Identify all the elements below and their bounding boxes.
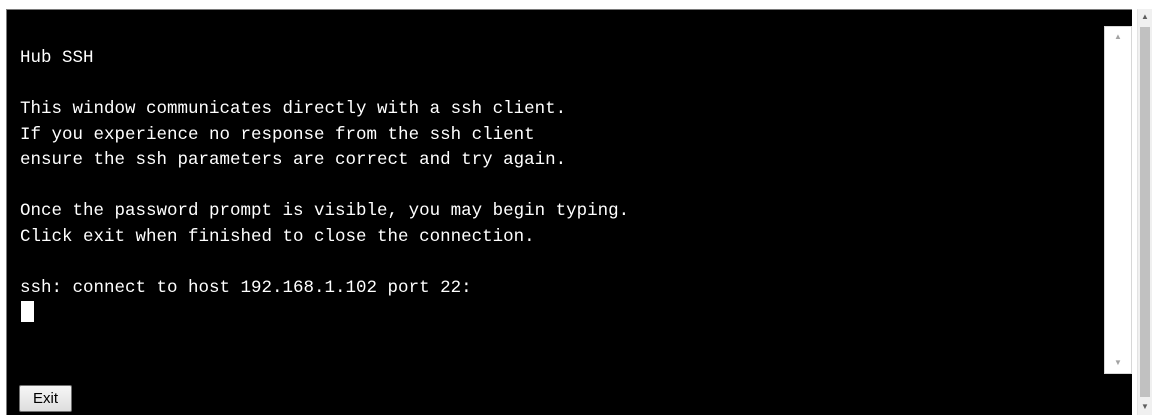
terminal-line: If you experience no response from the s…	[20, 124, 535, 145]
terminal-output: Hub SSH This window communicates directl…	[20, 46, 1100, 301]
terminal-line: ensure the ssh parameters are correct an…	[20, 150, 567, 170]
terminal-line: ssh: connect to host 192.168.1.102 port …	[20, 277, 472, 298]
terminal-line: Click exit when finished to close the co…	[20, 226, 535, 247]
page-scrollbar[interactable]: ▲ ▼	[1137, 9, 1152, 415]
chevron-down-icon[interactable]: ▼	[1138, 399, 1152, 415]
ssh-hub-page: Hub SSH This window communicates directl…	[0, 0, 1152, 415]
ssh-terminal[interactable]: Hub SSH This window communicates directl…	[6, 9, 1132, 415]
terminal-scrollbar[interactable]: ▲ ▼	[1104, 26, 1132, 374]
scrollbar-thumb[interactable]	[1140, 27, 1150, 397]
chevron-up-icon[interactable]: ▲	[1138, 9, 1152, 25]
chevron-down-icon[interactable]: ▼	[1105, 356, 1131, 370]
terminal-line: This window communicates directly with a…	[20, 99, 567, 119]
terminal-cursor	[21, 301, 34, 322]
chevron-up-icon[interactable]: ▲	[1105, 30, 1131, 44]
exit-button[interactable]: Exit	[19, 385, 72, 412]
terminal-line: Once the password prompt is visible, you…	[20, 201, 630, 221]
terminal-line: Hub SSH	[20, 48, 94, 68]
